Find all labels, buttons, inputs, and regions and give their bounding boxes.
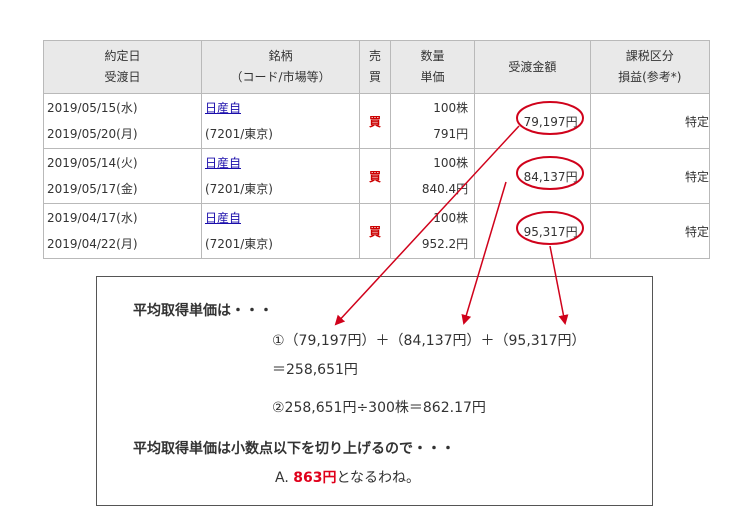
settle-date: 2019/05/20(月) <box>47 127 138 141</box>
formula-average: ②258,651円÷300株＝862.17円 <box>272 400 486 416</box>
cell-dates: 2019/04/17(水) 2019/04/22(月) <box>43 203 202 259</box>
answer-prefix: A. <box>275 470 294 486</box>
cell-qty: 100株 952.2円 <box>389 203 476 259</box>
header-unit-price: 単価 <box>420 70 445 84</box>
cell-amount: 79,197円 <box>474 93 591 149</box>
table-row: 2019/04/17(水) 2019/04/22(月) 日産自 (7201/東京… <box>43 203 711 259</box>
answer-value: 863円 <box>293 470 337 486</box>
header-amount: 受渡金額 <box>474 40 591 94</box>
quantity: 100株 <box>433 101 469 115</box>
header-dates: 約定日 受渡日 <box>43 40 202 94</box>
header-tax: 課税区分 損益(参考*) <box>589 40 711 94</box>
cell-qty: 100株 791円 <box>389 93 476 149</box>
table-row: 2019/05/15(水) 2019/05/20(月) 日産自 (7201/東京… <box>43 93 711 149</box>
header-settle-date: 受渡日 <box>104 70 141 84</box>
answer-suffix: となるわね。 <box>336 470 421 486</box>
cell-brand: 日産自 (7201/東京) <box>200 203 361 259</box>
header-side-sell: 売 <box>369 49 382 63</box>
header-tax-category: 課税区分 <box>625 49 674 63</box>
side-buy: 買 <box>359 93 391 149</box>
settlement-amount: 79,197円 <box>523 114 578 129</box>
trade-history-table: 約定日 受渡日 銘柄 （コード/市場等） 売 買 数量 単価 受渡金額 課税区分 <box>43 40 711 259</box>
trade-date: 2019/05/14(火) <box>47 156 138 170</box>
formula-sum-result: ＝258,651円 <box>272 362 358 378</box>
settle-date: 2019/04/22(月) <box>47 237 138 251</box>
brand-link[interactable]: 日産自 <box>205 211 241 225</box>
table-row: 2019/05/14(火) 2019/05/17(金) 日産自 (7201/東京… <box>43 148 711 204</box>
cell-brand: 日産自 (7201/東京) <box>200 148 361 204</box>
unit-price: 840.4円 <box>421 182 469 196</box>
side-buy: 買 <box>359 148 391 204</box>
brand-link[interactable]: 日産自 <box>205 101 241 115</box>
unit-price: 791円 <box>433 127 469 141</box>
quantity: 100株 <box>433 156 469 170</box>
header-side: 売 買 <box>359 40 391 94</box>
table-header-row: 約定日 受渡日 銘柄 （コード/市場等） 売 買 数量 単価 受渡金額 課税区分 <box>43 40 711 94</box>
brand-code: (7201/東京) <box>204 182 273 196</box>
tax-category: 特定 <box>589 93 711 149</box>
trade-date: 2019/04/17(水) <box>47 211 138 225</box>
cell-dates: 2019/05/15(水) 2019/05/20(月) <box>43 93 202 149</box>
side-buy: 買 <box>359 203 391 259</box>
unit-price: 952.2円 <box>421 237 469 251</box>
header-quantity: 数量 <box>420 49 445 63</box>
header-brand-name: 銘柄 <box>268 49 293 63</box>
settlement-amount: 95,317円 <box>523 224 578 239</box>
header-trade-date: 約定日 <box>104 49 141 63</box>
settlement-amount: 84,137円 <box>523 169 578 184</box>
explanation-box: 平均取得単価は・・・ ①（79,197円）＋（84,137円）＋（95,317円… <box>96 276 653 506</box>
formula-sum: ①（79,197円）＋（84,137円）＋（95,317円） <box>272 333 586 349</box>
header-brand: 銘柄 （コード/市場等） <box>200 40 361 94</box>
brand-code: (7201/東京) <box>204 127 273 141</box>
explanation-heading-1: 平均取得単価は・・・ <box>133 303 273 319</box>
header-qty: 数量 単価 <box>389 40 476 94</box>
brand-code: (7201/東京) <box>204 237 273 251</box>
cell-qty: 100株 840.4円 <box>389 148 476 204</box>
explanation-heading-2: 平均取得単価は小数点以下を切り上げるので・・・ <box>133 441 455 457</box>
tax-category: 特定 <box>589 148 711 204</box>
cell-amount: 84,137円 <box>474 148 591 204</box>
settle-date: 2019/05/17(金) <box>47 182 138 196</box>
cell-amount: 95,317円 <box>474 203 591 259</box>
trade-history-table-wrap: 約定日 受渡日 銘柄 （コード/市場等） 売 買 数量 単価 受渡金額 課税区分 <box>43 40 711 259</box>
answer-line: A. 863円となるわね。 <box>275 467 420 487</box>
brand-link[interactable]: 日産自 <box>205 156 241 170</box>
header-side-buy: 買 <box>369 70 382 84</box>
quantity: 100株 <box>433 211 469 225</box>
tax-category: 特定 <box>589 203 711 259</box>
cell-brand: 日産自 (7201/東京) <box>200 93 361 149</box>
cell-dates: 2019/05/14(火) 2019/05/17(金) <box>43 148 202 204</box>
header-profit-loss: 損益(参考*) <box>618 70 682 84</box>
header-brand-code: （コード/市場等） <box>230 70 331 84</box>
trade-date: 2019/05/15(水) <box>47 101 138 115</box>
